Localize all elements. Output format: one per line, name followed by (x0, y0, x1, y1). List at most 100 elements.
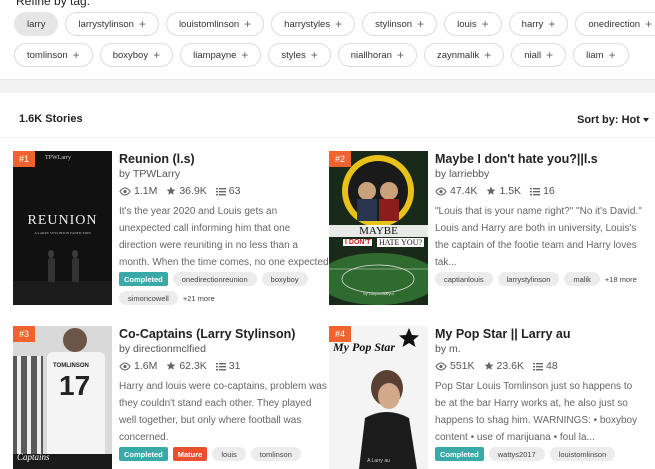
story-tag[interactable]: simoncowell (119, 291, 178, 305)
story-cover[interactable]: #3 TOMLINSON 17 Captains (13, 326, 112, 469)
plus-icon: + (335, 17, 343, 31)
votes-stat: 23.6K (484, 360, 524, 372)
story-title[interactable]: Reunion (l.s) (119, 152, 195, 166)
cover-title-text: Captains (17, 452, 50, 462)
rank-badge: #2 (329, 151, 352, 167)
votes-count: 62.3K (179, 360, 207, 372)
reads-count: 1.1M (134, 185, 158, 197)
story-count: 1.6K Stories (19, 113, 83, 125)
tag-filter-pill[interactable]: louistomlinson + (165, 12, 265, 36)
story-title[interactable]: My Pop Star || Larry au (435, 327, 571, 341)
tag-filter-pill[interactable]: styles + (268, 43, 331, 67)
rank-badge: #3 (13, 326, 36, 342)
votes-stat: 1.5K (486, 185, 521, 197)
plus-icon: + (608, 48, 616, 62)
eye-icon (119, 186, 131, 196)
story-tag[interactable]: wattys2017 (488, 447, 545, 461)
story-author[interactable]: by m. (435, 343, 461, 355)
tag-filter-label: styles (281, 49, 306, 61)
story-card: #2 MAYBE I DON'T HATE YOU? by cuupanlaar… (329, 151, 649, 311)
votes-stat: 62.3K (166, 360, 207, 372)
story-tag[interactable]: onedirectionreunion (172, 272, 257, 286)
story-author[interactable]: by larriebby (435, 168, 489, 180)
refine-panel: Refine by tag: larry larrystylinson + louis… (0, 0, 655, 80)
story-stats: 47.4K 1.5K 16 (435, 185, 555, 197)
story-tag[interactable]: louistomlinson (549, 447, 616, 461)
star-icon (486, 186, 496, 195)
tag-filter-pill[interactable]: louis + (444, 12, 502, 36)
tag-filter-row-2: tomlinson + boxyboy + liampayne + styles + niall… (14, 43, 629, 67)
tag-filter-label: onedirection (588, 18, 641, 30)
list-icon (215, 187, 226, 195)
tag-filter-pill[interactable]: tomlinson + (14, 43, 93, 67)
tag-filter-label: niall (524, 49, 542, 61)
story-tag[interactable]: louis (212, 447, 246, 461)
story-tag[interactable]: tomlinson (250, 447, 301, 461)
story-tag[interactable]: boxyboy (261, 272, 308, 286)
eye-icon (435, 361, 447, 371)
plus-icon: + (72, 48, 80, 62)
tag-filter-pill[interactable]: niallhoran + (337, 43, 417, 67)
tag-filter-label: harry (521, 18, 544, 30)
completed-badge: Completed (119, 272, 168, 286)
reads-count: 47.4K (450, 185, 478, 197)
eye-icon (435, 186, 447, 196)
more-tags-link[interactable]: +18 more (605, 272, 637, 286)
story-stats: 1.1M 36.9K 63 (119, 185, 240, 197)
cover-jersey-name: TOMLINSON (53, 363, 89, 369)
tag-filter-label: larrystylinson (78, 18, 134, 30)
parts-count: 48 (545, 360, 558, 372)
tag-filter-pill[interactable]: liampayne + (180, 43, 262, 67)
story-description: Harry and louis were co-captains, proble… (119, 381, 327, 443)
list-icon (215, 362, 226, 370)
story-author[interactable]: by TPWLarry (119, 168, 180, 180)
sort-label: Sort by: Hot (577, 114, 640, 126)
votes-count: 1.5K (499, 185, 522, 197)
plus-icon: + (481, 17, 489, 31)
tag-filter-pill[interactable]: liam + (573, 43, 629, 67)
tag-filter-pill[interactable]: zaynmalik + (423, 43, 505, 67)
completed-badge: Completed (435, 447, 484, 461)
votes-count: 23.6K (496, 360, 524, 372)
tag-filter-pill[interactable]: stylinson + (362, 12, 438, 36)
tag-filter-label: liam (586, 49, 604, 61)
tag-filter-pill[interactable]: onedirection + (575, 12, 655, 36)
tag-filter-pill[interactable]: niall + (511, 43, 567, 67)
tag-filter-pill[interactable]: harry + (508, 12, 569, 36)
story-stats: 1.6M 62.3K 31 (119, 360, 240, 372)
story-author[interactable]: by directionmclfied (119, 343, 206, 355)
story-tag[interactable]: malik (564, 272, 600, 286)
story-tag[interactable]: captianlouis (435, 272, 493, 286)
tag-filter-label: zaynmalik (436, 49, 480, 61)
tag-filter-pill[interactable]: harrystyles + (271, 12, 356, 36)
plus-icon: + (548, 17, 556, 31)
story-cover[interactable]: #2 MAYBE I DON'T HATE YOU? by cuupanlaar… (329, 151, 428, 305)
story-tags: captianlouis larrystylinson malik +18 more (435, 272, 649, 286)
story-title[interactable]: Co-Captains (Larry Stylinson) (119, 327, 295, 341)
votes-stat: 36.9K (166, 185, 207, 197)
tag-filter-label: niallhoran (350, 49, 392, 61)
tag-filter-pill[interactable]: larrystylinson + (65, 12, 159, 36)
plus-icon: + (153, 48, 161, 62)
story-cover[interactable]: #1 TPWLarry REUNION A LARRY STYLINSON FA… (13, 151, 112, 305)
cover-footer-text: by cuupanlaaryul (363, 291, 394, 296)
tag-filter-pill[interactable]: boxyboy + (99, 43, 174, 67)
list-icon (532, 362, 543, 370)
plus-icon: + (396, 48, 404, 62)
tag-filter-pill[interactable]: larry (14, 12, 59, 36)
plus-icon: + (417, 17, 425, 31)
story-cover[interactable]: #4 My Pop Star A Larry au (329, 326, 428, 469)
plus-icon: + (645, 17, 653, 31)
reads-stat: 1.1M (119, 185, 157, 197)
star-icon (484, 361, 494, 370)
reads-stat: 47.4K (435, 185, 477, 197)
story-card: #1 TPWLarry REUNION A LARRY STYLINSON FA… (13, 151, 333, 311)
reads-count: 551K (450, 360, 475, 372)
story-card: #4 My Pop Star A Larry au My Pop Star ||… (329, 326, 649, 469)
sort-dropdown[interactable]: Sort by: Hot (577, 114, 649, 126)
more-tags-link[interactable]: +21 more (183, 291, 215, 305)
story-title[interactable]: Maybe I don't hate you?||l.s (435, 152, 598, 166)
votes-count: 36.9K (179, 185, 207, 197)
story-tag[interactable]: larrystylinson (497, 272, 560, 286)
tag-filter-label: liampayne (193, 49, 237, 61)
